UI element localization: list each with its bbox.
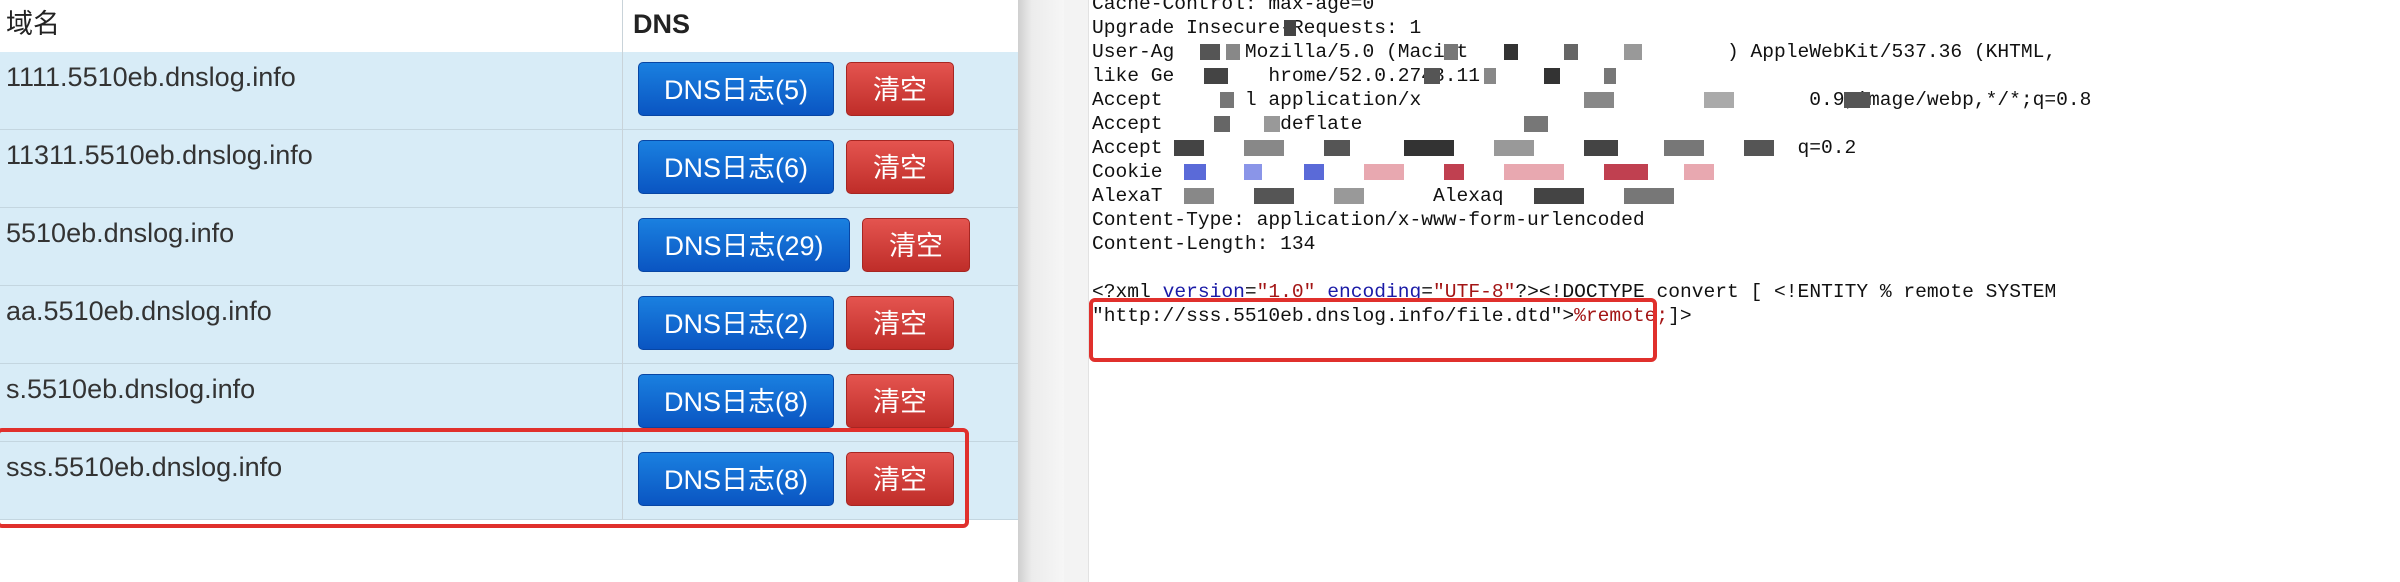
redaction-mask [1504, 164, 1564, 180]
table-row: 11311.5510eb.dnslog.info DNS日志(6) 清空 [0, 130, 1018, 208]
redaction-mask [1324, 140, 1350, 156]
redaction-mask [1664, 140, 1704, 156]
domain-cell: 5510eb.dnslog.info [6, 218, 235, 248]
redaction-mask [1744, 140, 1774, 156]
redaction-mask [1334, 188, 1364, 204]
redaction-mask [1484, 68, 1496, 84]
table-row: aa.5510eb.dnslog.info DNS日志(2) 清空 [0, 286, 1018, 364]
redaction-mask [1504, 44, 1518, 60]
editor-gutter [1064, 0, 1089, 582]
clear-button[interactable]: 清空 [846, 140, 954, 194]
redaction-mask [1564, 44, 1578, 60]
request-text[interactable]: Cache-Control: max-age=0 Upgrade Insecur… [1092, 0, 2382, 328]
header-line: Content-Length: 134 [1092, 233, 1316, 255]
table-row: 1111.5510eb.dnslog.info DNS日志(5) 清空 [0, 52, 1018, 130]
header-line: Cache-Control: max-age=0 [1092, 0, 1375, 15]
redaction-mask [1244, 140, 1284, 156]
dns-log-button[interactable]: DNS日志(8) [638, 374, 834, 428]
redaction-mask [1544, 68, 1560, 84]
redaction-mask [1624, 44, 1642, 60]
column-header-domain: 域名 [6, 9, 60, 39]
highlight-box-row [0, 428, 969, 528]
header-line: Accept l application/x 0.9,image/webp,*/… [1092, 89, 2092, 111]
redaction-mask [1604, 164, 1648, 180]
clear-button[interactable]: 清空 [862, 218, 970, 272]
redaction-mask [1204, 68, 1228, 84]
redaction-mask [1364, 164, 1404, 180]
redaction-mask [1244, 164, 1262, 180]
redaction-mask [1584, 92, 1614, 108]
header-line: Content-Type: application/x-www-form-url… [1092, 209, 1645, 231]
panel-divider[interactable] [1018, 0, 1064, 582]
header-line: Cookie [1092, 161, 1163, 183]
table-row: 5510eb.dnslog.info DNS日志(29) 清空 [0, 208, 1018, 286]
table-footer-space [0, 520, 1018, 582]
redaction-mask [1524, 116, 1548, 132]
highlight-box-url [1089, 298, 1657, 362]
redaction-mask [1424, 68, 1440, 84]
redaction-mask [1704, 92, 1734, 108]
redaction-mask [1684, 164, 1714, 180]
domain-cell: s.5510eb.dnslog.info [6, 374, 256, 404]
redaction-mask [1584, 140, 1618, 156]
raw-request-panel: Cache-Control: max-age=0 Upgrade Insecur… [1064, 0, 2400, 582]
xml-token: ]> [1668, 305, 1692, 327]
redaction-mask [1200, 44, 1220, 60]
redaction-mask [1304, 164, 1324, 180]
redaction-mask [1184, 188, 1214, 204]
header-line: Accept deflate [1092, 113, 1363, 135]
dns-log-button[interactable]: DNS日志(29) [638, 218, 850, 272]
redaction-mask [1444, 44, 1458, 60]
redaction-mask [1184, 164, 1206, 180]
clear-button[interactable]: 清空 [846, 296, 954, 350]
redaction-mask [1534, 188, 1584, 204]
dns-log-button[interactable]: DNS日志(5) [638, 62, 834, 116]
domain-cell: 1111.5510eb.dnslog.info [6, 62, 296, 92]
domain-cell: 11311.5510eb.dnslog.info [6, 140, 313, 170]
header-line: like Ge hrome/52.0.2743.11 [1092, 65, 1481, 87]
redaction-mask [1844, 92, 1870, 108]
clear-button[interactable]: 清空 [846, 62, 954, 116]
redaction-mask [1404, 140, 1454, 156]
redaction-mask [1214, 116, 1230, 132]
redaction-mask [1264, 116, 1280, 132]
redaction-mask [1604, 68, 1616, 84]
redaction-mask [1624, 188, 1674, 204]
domain-cell: aa.5510eb.dnslog.info [6, 296, 272, 326]
redaction-mask [1284, 20, 1296, 36]
dns-log-button[interactable]: DNS日志(2) [638, 296, 834, 350]
redaction-mask [1494, 140, 1534, 156]
table-header: 域名 DNS [0, 0, 1018, 53]
redaction-mask [1226, 44, 1240, 60]
column-header-dns: DNS [633, 9, 691, 39]
header-line: User-Ag Mozilla/5.0 (Macint ) AppleWebKi… [1092, 41, 2057, 63]
header-line: Accept q=0.2 [1092, 137, 1857, 159]
redaction-mask [1174, 140, 1204, 156]
redaction-mask [1254, 188, 1294, 204]
dns-log-table-panel: 域名 DNS 1111.5510eb.dnslog.info DNS日志(5) … [0, 0, 1018, 582]
redaction-mask [1220, 92, 1234, 108]
dns-log-button[interactable]: DNS日志(6) [638, 140, 834, 194]
clear-button[interactable]: 清空 [846, 374, 954, 428]
redaction-mask [1444, 164, 1464, 180]
